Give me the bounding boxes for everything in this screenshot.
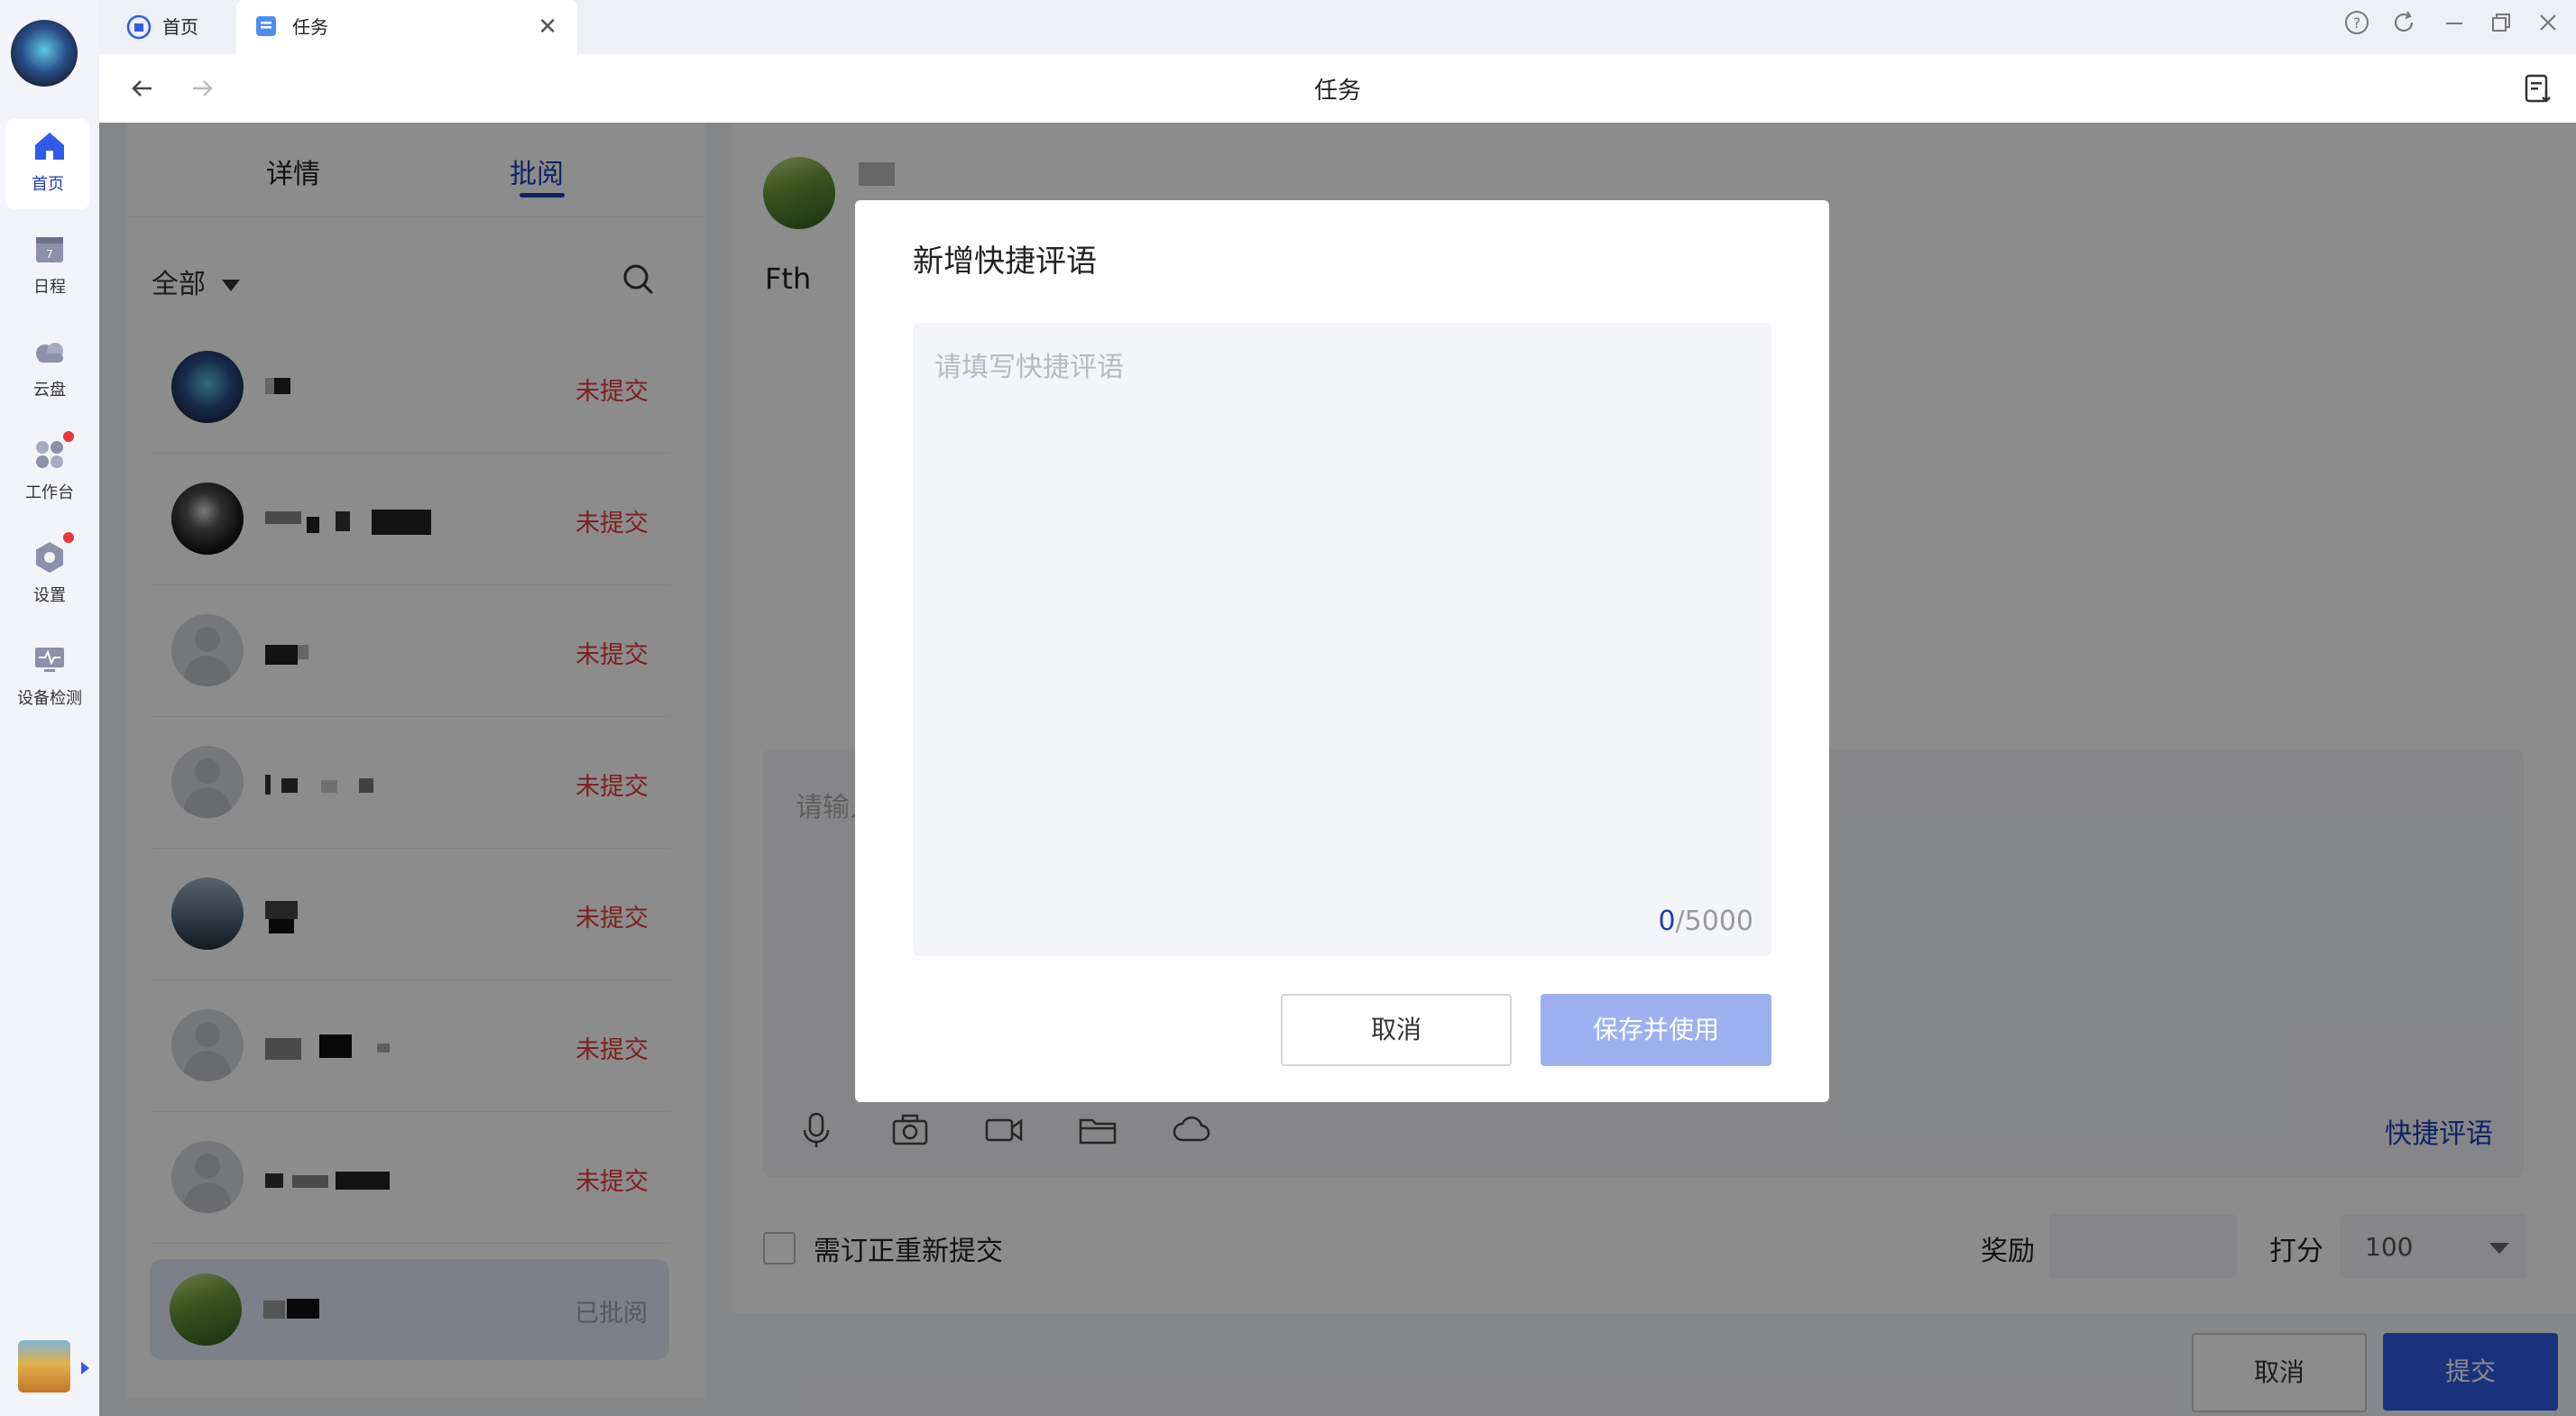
- dialog-cancel-button[interactable]: 取消: [1281, 994, 1512, 1066]
- home-tab-icon: [126, 14, 152, 40]
- rail-item-device-check[interactable]: 设备检测: [0, 633, 99, 723]
- notification-dot: [63, 431, 74, 442]
- close-tab-icon[interactable]: ✕: [538, 0, 557, 54]
- apps-icon: [36, 441, 63, 468]
- task-tab-icon: [256, 16, 276, 36]
- monitor-pulse-icon: [35, 648, 64, 672]
- user-avatar[interactable]: [11, 20, 78, 87]
- rail-item-settings[interactable]: 设置: [0, 530, 99, 621]
- tab-label: 首页: [162, 16, 198, 38]
- expand-arrow-icon[interactable]: [81, 1362, 89, 1375]
- nav-bar: 任务: [99, 54, 2576, 124]
- tab-home[interactable]: 首页: [115, 0, 242, 54]
- notification-dot: [63, 532, 74, 543]
- profile-thumbnail[interactable]: [18, 1340, 70, 1393]
- quick-comment-dialog: 新增快捷评语 请填写快捷评语 0/5000 取消 保存并使用: [855, 200, 1829, 1102]
- cloud-icon: [36, 343, 63, 363]
- save-and-use-button[interactable]: 保存并使用: [1541, 994, 1771, 1066]
- rail-item-schedule[interactable]: 7 日程: [0, 222, 99, 312]
- close-window-icon[interactable]: [2535, 9, 2562, 36]
- minimize-icon[interactable]: [2441, 9, 2468, 36]
- rail-label: 设置: [33, 586, 66, 605]
- rail-item-workbench[interactable]: 工作台: [0, 428, 99, 518]
- help-icon[interactable]: ?: [2343, 9, 2370, 36]
- rail-label: 云盘: [33, 381, 66, 400]
- dialog-title: 新增快捷评语: [913, 244, 1097, 280]
- task-list-icon[interactable]: [2520, 70, 2556, 106]
- svg-text:?: ?: [2353, 14, 2361, 32]
- rail-label: 日程: [33, 278, 66, 297]
- restore-icon[interactable]: [2488, 9, 2515, 36]
- char-count-current: 0: [1658, 906, 1676, 937]
- svg-text:7: 7: [46, 248, 53, 261]
- rail-item-home[interactable]: 首页: [5, 119, 90, 209]
- quick-comment-textarea[interactable]: 请填写快捷评语 0/5000: [913, 323, 1771, 956]
- page-title: 任务: [1313, 78, 1361, 105]
- rail-label: 设备检测: [17, 689, 82, 708]
- home-icon: [35, 133, 64, 160]
- gear-icon: [36, 542, 63, 573]
- calendar-icon: 7: [36, 237, 63, 262]
- tab-task[interactable]: 任务 ✕: [236, 0, 577, 54]
- char-count-max: /5000: [1675, 906, 1753, 937]
- rail-label: 工作台: [25, 483, 74, 502]
- refresh-icon[interactable]: [2390, 9, 2417, 36]
- textarea-placeholder: 请填写快捷评语: [934, 352, 1124, 383]
- left-rail: 首页 7 日程 云盘 工作台 设置 设备检测: [0, 0, 99, 1416]
- char-counter: 0/5000: [1658, 906, 1753, 937]
- rail-item-cloud[interactable]: 云盘: [0, 325, 99, 415]
- rail-label: 首页: [32, 175, 64, 194]
- tab-label: 任务: [292, 16, 328, 38]
- tab-bar: 首页 任务 ✕ ?: [99, 0, 2576, 54]
